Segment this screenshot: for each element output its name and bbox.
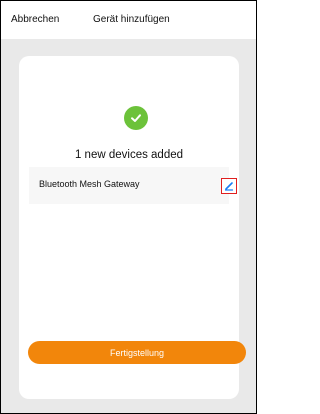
edit-device-button[interactable] — [221, 178, 237, 194]
cancel-button[interactable]: Abbrechen — [11, 14, 59, 25]
device-list-item: Bluetooth Mesh Gateway — [29, 167, 237, 204]
app-frame: Abbrechen Gerät hinzufügen 1 new devices… — [0, 0, 257, 414]
check-circle-icon — [124, 106, 148, 130]
top-bar: Abbrechen Gerät hinzufügen — [1, 1, 256, 39]
checkmark-icon — [131, 114, 141, 122]
result-card: 1 new devices added Bluetooth Mesh Gatew… — [19, 56, 246, 399]
page-title: Gerät hinzufügen — [93, 14, 170, 25]
device-name: Bluetooth Mesh Gateway — [39, 179, 140, 189]
pencil-icon — [224, 182, 234, 191]
finish-button[interactable]: Fertigstellung — [28, 341, 246, 364]
devices-added-message: 1 new devices added — [74, 149, 184, 161]
